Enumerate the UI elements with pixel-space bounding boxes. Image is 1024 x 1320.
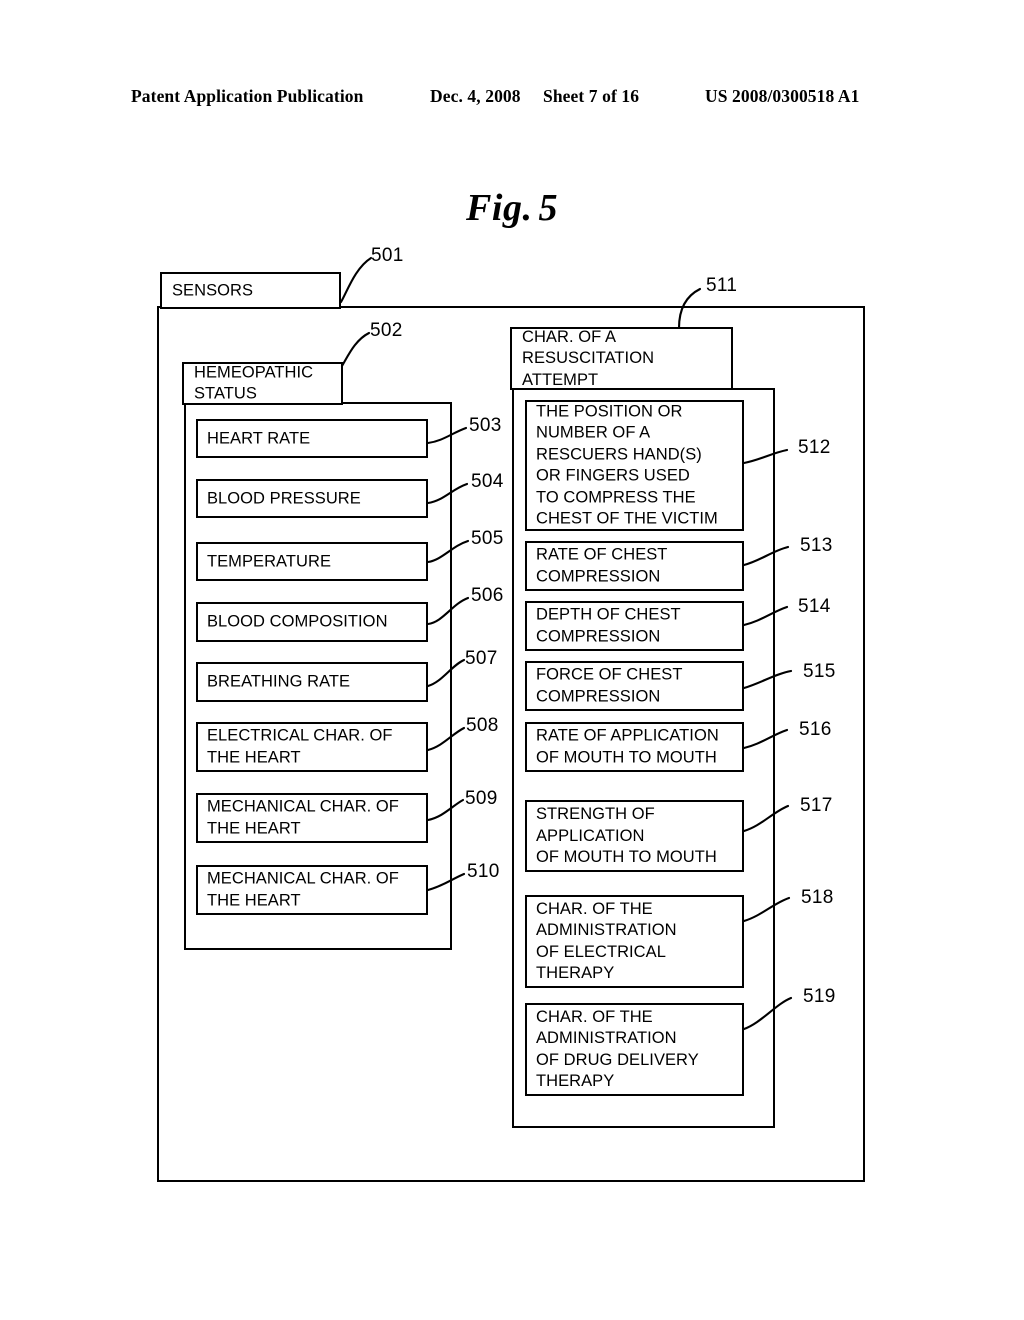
blood-composition-label: BLOOD COMPOSITION: [207, 612, 388, 631]
rate-mouth-to-mouth-box[interactable]: RATE OF APPLICATION OF MOUTH TO MOUTH: [525, 722, 744, 772]
temperature-label: TEMPERATURE: [207, 551, 332, 570]
ref-508: 508: [466, 715, 499, 736]
ref-512: 512: [798, 437, 831, 458]
blood-pressure-label: BLOOD PRESSURE: [207, 488, 361, 507]
breathing-rate-label: BREATHING RATE: [207, 672, 351, 691]
depth-chest-compression-box[interactable]: DEPTH OF CHEST COMPRESSION: [525, 601, 744, 651]
breathing-rate-box[interactable]: BREATHING RATE: [196, 662, 428, 702]
force-chest-compression-label: FORCE OF CHEST COMPRESSION: [536, 665, 683, 706]
ref-506: 506: [471, 585, 504, 606]
sensors-tab-label: SENSORS: [172, 280, 254, 299]
electrical-char-heart-box[interactable]: ELECTRICAL CHAR. OF THE HEART: [196, 722, 428, 772]
ref-507: 507: [465, 648, 498, 669]
mechanical-char-heart-label-510: MECHANICAL CHAR. OF THE HEART: [207, 869, 399, 910]
resuscitation-attempt-tab[interactable]: CHAR. OF A RESUSCITATION ATTEMPT: [510, 327, 733, 390]
resuscitation-attempt-tab-label: CHAR. OF A RESUSCITATION ATTEMPT: [522, 327, 655, 389]
ref-514: 514: [798, 596, 831, 617]
ref-516: 516: [799, 719, 832, 740]
blood-composition-box[interactable]: BLOOD COMPOSITION: [196, 602, 428, 642]
mechanical-char-heart-label-509: MECHANICAL CHAR. OF THE HEART: [207, 797, 399, 838]
ref-513: 513: [800, 535, 833, 556]
ref-519: 519: [803, 986, 836, 1007]
drug-delivery-admin-box[interactable]: CHAR. OF THE ADMINISTRATION OF DRUG DELI…: [525, 1003, 744, 1096]
hemeopathic-status-tab-label: HEMEOPATHIC STATUS: [194, 363, 314, 403]
figure-5-diagram: SENSORS HEMEOPATHIC STATUS HEART RATE BL…: [0, 0, 1024, 1320]
heart-rate-box[interactable]: HEART RATE: [196, 419, 428, 458]
ref-502: 502: [370, 320, 403, 341]
depth-chest-compression-label: DEPTH OF CHEST COMPRESSION: [536, 605, 681, 646]
electrical-therapy-admin-box[interactable]: CHAR. OF THE ADMINISTRATION OF ELECTRICA…: [525, 895, 744, 988]
temperature-box[interactable]: TEMPERATURE: [196, 542, 428, 581]
ref-503: 503: [469, 415, 502, 436]
strength-mouth-to-mouth-box[interactable]: STRENGTH OF APPLICATION OF MOUTH TO MOUT…: [525, 800, 744, 872]
hemeopathic-status-tab[interactable]: HEMEOPATHIC STATUS: [182, 362, 343, 405]
ref-511: 511: [706, 275, 738, 296]
hand-position-box[interactable]: THE POSITION OR NUMBER OF A RESCUERS HAN…: [525, 400, 744, 531]
ref-518: 518: [801, 887, 834, 908]
drug-delivery-admin-label: CHAR. OF THE ADMINISTRATION OF DRUG DELI…: [536, 1007, 699, 1091]
mechanical-char-heart-box-510[interactable]: MECHANICAL CHAR. OF THE HEART: [196, 865, 428, 915]
rate-chest-compression-box[interactable]: RATE OF CHEST COMPRESSION: [525, 541, 744, 591]
sensors-tab[interactable]: SENSORS: [160, 272, 341, 309]
strength-mouth-to-mouth-label: STRENGTH OF APPLICATION OF MOUTH TO MOUT…: [536, 804, 717, 866]
rate-mouth-to-mouth-label: RATE OF APPLICATION OF MOUTH TO MOUTH: [536, 726, 719, 767]
ref-501: 501: [371, 245, 404, 266]
ref-517: 517: [800, 795, 833, 816]
ref-510: 510: [467, 861, 500, 882]
rate-chest-compression-label: RATE OF CHEST COMPRESSION: [536, 545, 668, 586]
ref-515: 515: [803, 661, 836, 682]
electrical-therapy-admin-label: CHAR. OF THE ADMINISTRATION OF ELECTRICA…: [536, 899, 677, 983]
electrical-char-heart-label: ELECTRICAL CHAR. OF THE HEART: [207, 726, 393, 767]
ref-509: 509: [465, 788, 498, 809]
ref-505: 505: [471, 528, 504, 549]
hand-position-label: THE POSITION OR NUMBER OF A RESCUERS HAN…: [536, 402, 718, 528]
force-chest-compression-box[interactable]: FORCE OF CHEST COMPRESSION: [525, 661, 744, 711]
blood-pressure-box[interactable]: BLOOD PRESSURE: [196, 479, 428, 518]
mechanical-char-heart-box-509[interactable]: MECHANICAL CHAR. OF THE HEART: [196, 793, 428, 843]
ref-504: 504: [471, 471, 504, 492]
heart-rate-label: HEART RATE: [207, 428, 311, 447]
